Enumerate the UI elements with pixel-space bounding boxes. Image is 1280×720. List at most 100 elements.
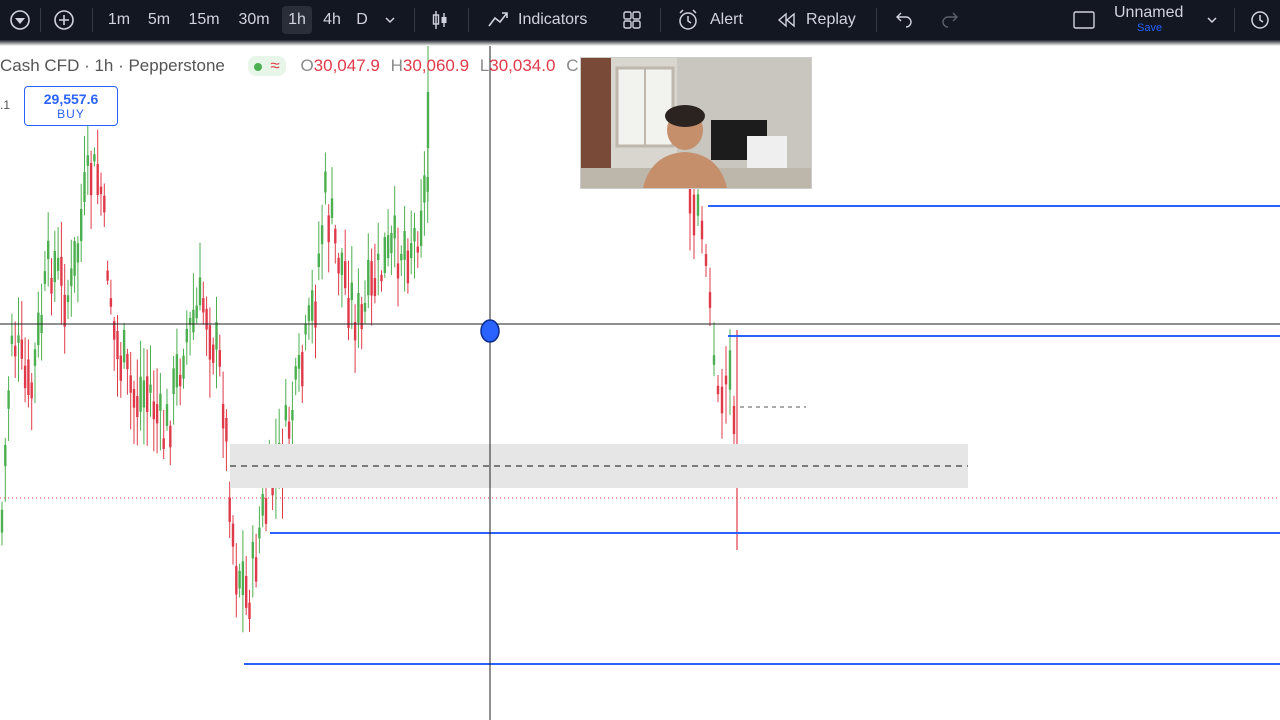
candle-body bbox=[53, 250, 56, 283]
candle-body bbox=[373, 278, 377, 296]
candle-body bbox=[73, 241, 76, 276]
candle-body bbox=[241, 561, 245, 596]
candle-body bbox=[294, 366, 297, 380]
candle-body bbox=[208, 325, 212, 360]
candle-body bbox=[228, 497, 231, 522]
candle-body bbox=[334, 228, 337, 244]
alert-icon[interactable] bbox=[674, 6, 702, 34]
candle-body bbox=[350, 282, 353, 301]
candle-body bbox=[99, 186, 103, 195]
candle-body bbox=[353, 322, 357, 341]
candle-body bbox=[4, 444, 7, 467]
candle-body bbox=[367, 259, 370, 296]
timeframe-d[interactable]: D bbox=[350, 6, 374, 34]
undo-icon[interactable] bbox=[890, 6, 918, 34]
candle-body bbox=[708, 292, 712, 308]
indicators-icon[interactable] bbox=[484, 6, 512, 34]
candle-body bbox=[202, 298, 205, 313]
timeframe-1h[interactable]: 1h bbox=[282, 6, 312, 34]
candle-body bbox=[169, 425, 172, 448]
candle-body bbox=[426, 91, 430, 149]
candle-body bbox=[245, 575, 248, 608]
candle-body bbox=[60, 256, 63, 286]
candle-body bbox=[692, 194, 696, 236]
divider bbox=[1234, 8, 1235, 32]
candle-body bbox=[172, 368, 175, 395]
candle-body bbox=[258, 527, 261, 539]
candle-body bbox=[89, 163, 93, 196]
candle-body bbox=[136, 396, 139, 418]
replay-icon[interactable] bbox=[772, 6, 800, 34]
chevron-down-icon[interactable] bbox=[1198, 6, 1226, 34]
candle-body bbox=[152, 401, 155, 420]
candle-body bbox=[416, 246, 419, 253]
candle-body bbox=[363, 302, 367, 312]
candle-body bbox=[248, 602, 251, 620]
candle-body bbox=[103, 195, 106, 213]
candle-body bbox=[380, 274, 383, 282]
candle-body bbox=[192, 309, 195, 333]
candle-body bbox=[301, 351, 304, 387]
chevron-down-icon[interactable] bbox=[376, 6, 404, 34]
symbol-name[interactable]: Cash CFD · 1h · Pepperstone bbox=[0, 56, 225, 75]
candle-body bbox=[720, 386, 724, 414]
open-value: 30,047.9 bbox=[313, 56, 380, 75]
candle-body bbox=[119, 355, 122, 381]
candle-body bbox=[700, 220, 704, 240]
candle-body bbox=[76, 243, 80, 263]
candle-body bbox=[198, 277, 202, 306]
buy-price: 29,557.6 bbox=[43, 91, 99, 107]
candle-body bbox=[728, 350, 732, 390]
candle-body bbox=[0, 509, 4, 533]
candle-body bbox=[146, 376, 149, 412]
layout-name[interactable]: Unnamed bbox=[1114, 4, 1183, 22]
timeframe-5m[interactable]: 5m bbox=[142, 6, 176, 34]
candle-body bbox=[27, 359, 30, 396]
save-label[interactable]: Save bbox=[1137, 22, 1162, 34]
candle-body bbox=[413, 227, 416, 242]
candle-body bbox=[93, 154, 96, 162]
candle-body bbox=[337, 257, 340, 274]
candle-body bbox=[122, 329, 126, 363]
candle-body bbox=[419, 210, 423, 247]
candles-icon[interactable] bbox=[426, 6, 454, 34]
candle-body bbox=[284, 405, 287, 421]
redo-icon[interactable] bbox=[936, 6, 964, 34]
candle-body bbox=[225, 417, 228, 442]
candle-body bbox=[14, 345, 17, 357]
candle-body bbox=[264, 498, 268, 524]
divider bbox=[414, 8, 415, 32]
search-icon[interactable] bbox=[1246, 6, 1274, 34]
divider bbox=[92, 8, 93, 32]
candle-body bbox=[215, 321, 218, 350]
timeframe-15m[interactable]: 15m bbox=[184, 6, 224, 34]
logo-icon[interactable] bbox=[6, 6, 34, 34]
candle-body bbox=[129, 375, 132, 393]
timeframe-1m[interactable]: 1m bbox=[102, 6, 136, 34]
candle-body bbox=[185, 328, 188, 343]
candle-body bbox=[287, 421, 291, 439]
add-symbol-icon[interactable] bbox=[50, 6, 78, 34]
layout-icon[interactable] bbox=[1070, 6, 1098, 34]
candle-body bbox=[132, 389, 136, 408]
timeframe-30m[interactable]: 30m bbox=[232, 6, 276, 34]
timeframe-4h[interactable]: 4h bbox=[318, 6, 346, 34]
high-value: 30,060.9 bbox=[402, 56, 470, 75]
candle-body bbox=[149, 384, 152, 393]
candle-body bbox=[23, 365, 27, 389]
replay-button[interactable]: Replay bbox=[806, 6, 856, 34]
candle-body bbox=[251, 541, 254, 559]
candle-body bbox=[235, 566, 238, 595]
low-value: 30,034.0 bbox=[489, 56, 556, 75]
alert-button[interactable]: Alert bbox=[710, 6, 743, 34]
candle-body bbox=[63, 294, 66, 327]
webcam-overlay bbox=[580, 57, 812, 189]
candle-body bbox=[393, 215, 396, 239]
candle-body bbox=[327, 215, 330, 243]
candle-body bbox=[126, 353, 129, 370]
candle-body bbox=[317, 253, 320, 268]
templates-icon[interactable] bbox=[618, 6, 646, 34]
indicators-button[interactable]: Indicators bbox=[518, 6, 587, 34]
candle-body bbox=[17, 335, 20, 343]
buy-button[interactable]: 29,557.6 BUY bbox=[24, 86, 118, 126]
